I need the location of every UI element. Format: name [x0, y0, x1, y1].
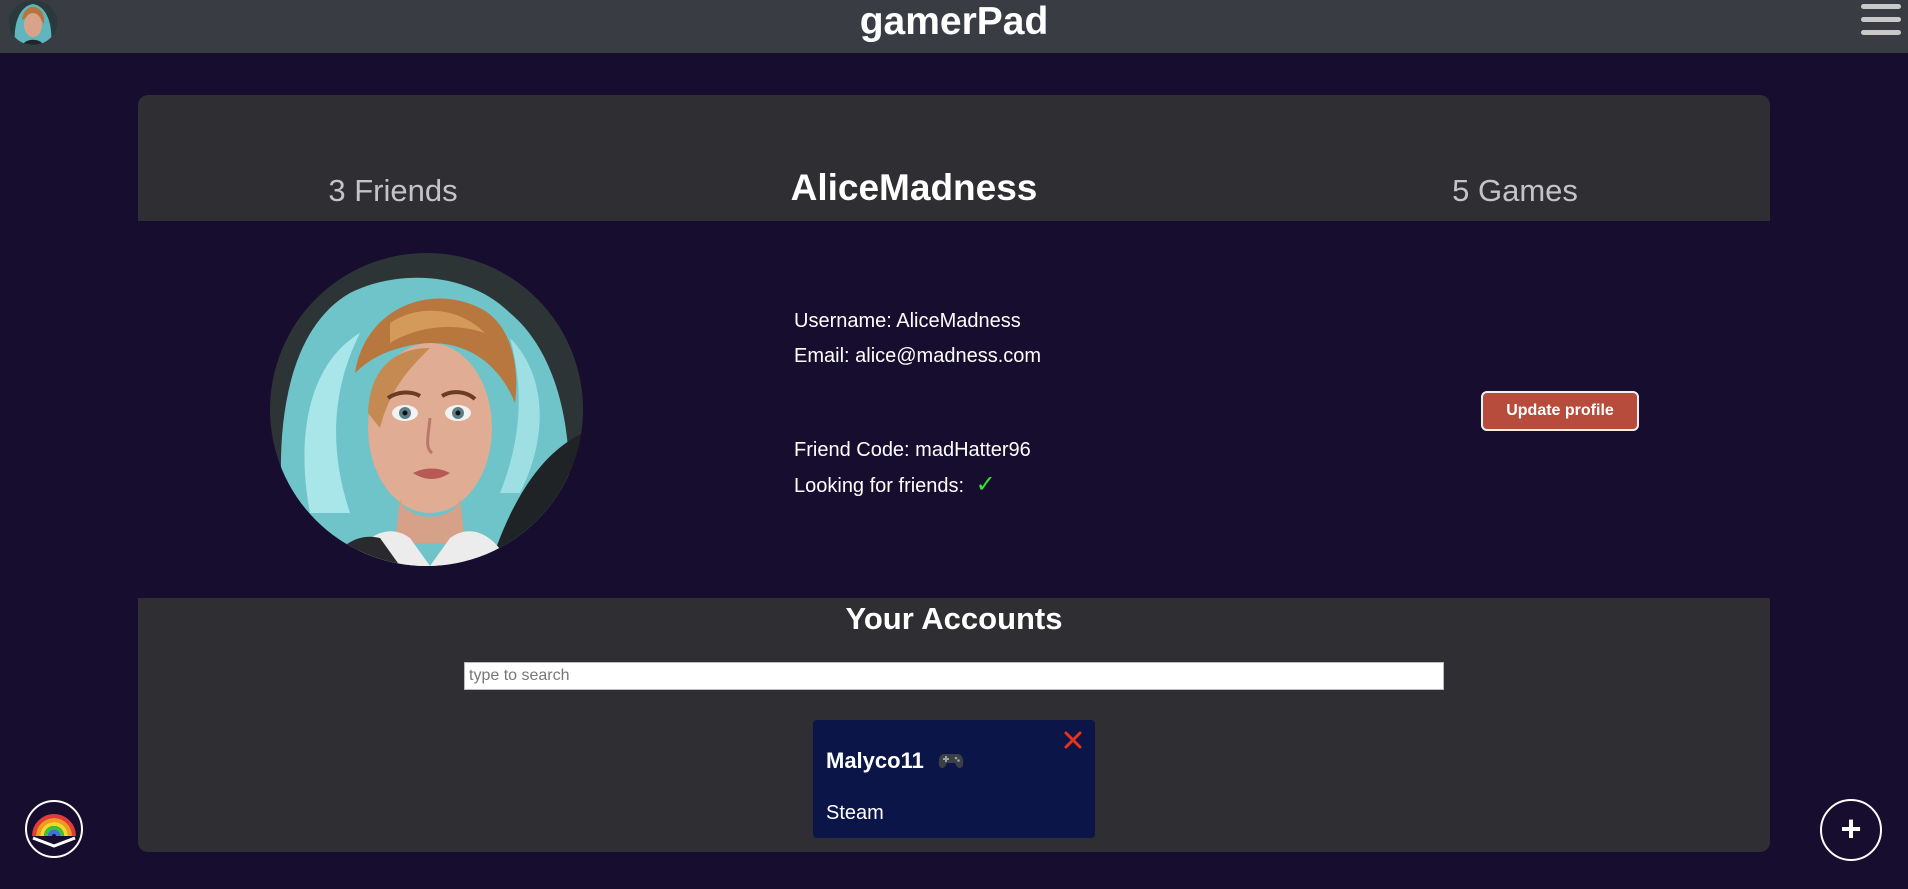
- profile-name: AliceMadness: [790, 167, 1038, 208]
- account-card[interactable]: Malyco11 Steam: [813, 720, 1095, 838]
- account-name-row: Malyco11: [826, 748, 964, 774]
- gamepad-icon: [938, 754, 964, 768]
- profile-details: Username: AliceMadness Email: alice@madn…: [138, 221, 1770, 598]
- games-count[interactable]: 5 Games: [1260, 173, 1770, 209]
- rainbow-icon: [32, 814, 76, 848]
- theme-toggle-button[interactable]: [25, 800, 83, 858]
- top-bar: gamerPad: [0, 0, 1908, 53]
- update-profile-button[interactable]: Update profile: [1481, 391, 1639, 431]
- accounts-title: Your Accounts: [845, 601, 1063, 636]
- looking-for-friends-label: Looking for friends:: [794, 475, 965, 497]
- profile-info: Username: AliceMadness Email: alice@madn…: [794, 308, 1041, 507]
- friends-count[interactable]: 3 Friends: [138, 173, 648, 209]
- account-platform: Steam: [826, 802, 884, 824]
- looking-for-friends: Looking for friends: ✓: [794, 472, 1041, 507]
- profile-header: 3 Friends AliceMadness 5 Games: [138, 95, 1770, 221]
- profile-card: 3 Friends AliceMadness 5 Games Username:…: [138, 95, 1770, 852]
- accounts-search-input[interactable]: [464, 662, 1444, 690]
- checkmark-icon: ✓: [975, 471, 996, 498]
- add-account-button[interactable]: +: [1820, 799, 1882, 861]
- username-line: Username: AliceMadness: [794, 310, 1021, 332]
- email-line: Email: alice@madness.com: [794, 345, 1042, 367]
- remove-account-close-icon[interactable]: [1063, 730, 1083, 750]
- plus-icon: +: [1840, 808, 1862, 849]
- friend-code-line: Friend Code: madHatter96: [794, 439, 1031, 461]
- hamburger-menu-icon[interactable]: [1861, 4, 1901, 38]
- profile-picture: [270, 253, 583, 566]
- app-title: gamerPad: [859, 0, 1049, 43]
- account-name: Malyco11: [826, 748, 924, 773]
